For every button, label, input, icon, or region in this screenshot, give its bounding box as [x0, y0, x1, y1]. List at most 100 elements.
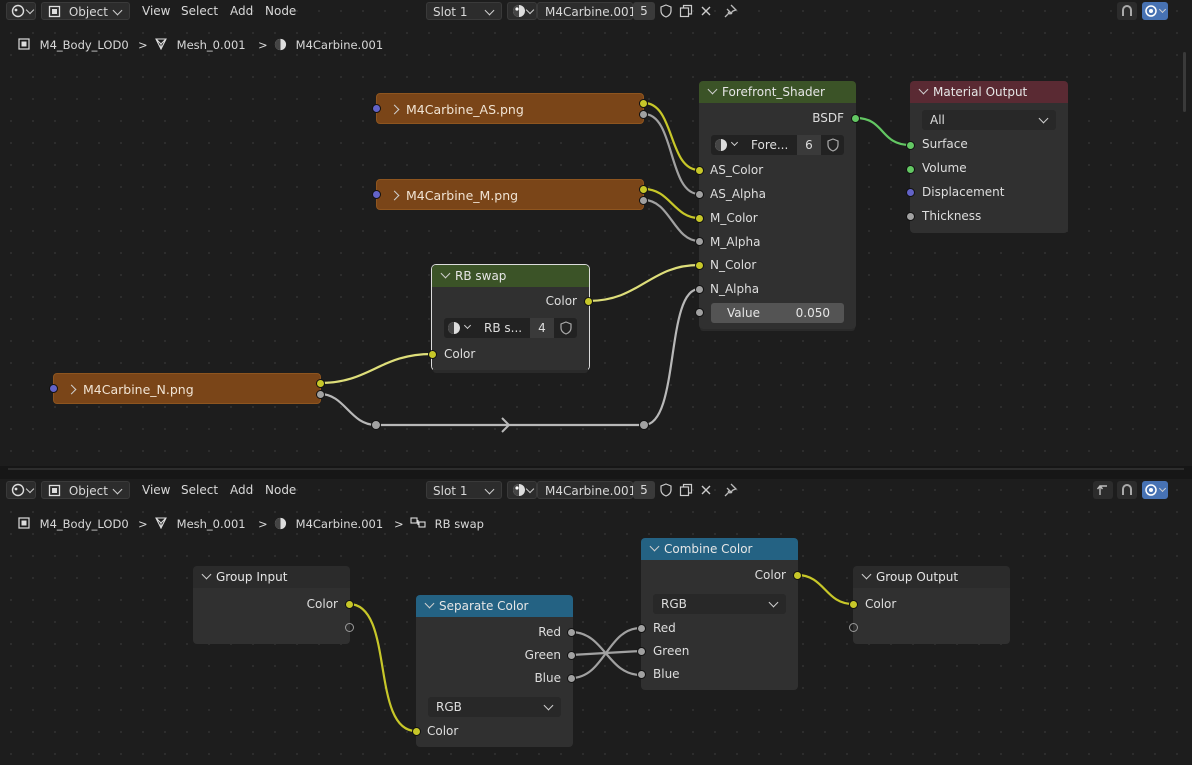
reroute-point — [371, 420, 381, 430]
node-title: Group Input — [216, 570, 288, 584]
empty-output-socket[interactable] — [345, 623, 354, 632]
area-splitter[interactable] — [0, 466, 1192, 479]
node-header: RB swap — [432, 265, 589, 287]
chevron-down-icon — [918, 84, 929, 95]
output-socket-red[interactable] — [567, 628, 576, 637]
value-field[interactable]: Value 0.050 — [711, 303, 844, 323]
output-socket-alpha[interactable] — [639, 196, 648, 205]
mode-dropdown[interactable]: RGB — [428, 697, 561, 717]
group-datablock-field[interactable]: RB s... 4 — [444, 318, 577, 338]
input-socket-green[interactable] — [637, 647, 646, 656]
input-socket[interactable] — [49, 384, 58, 393]
output-socket-color[interactable] — [639, 185, 648, 194]
output-socket-alpha[interactable] — [639, 110, 648, 119]
output-socket-color[interactable] — [345, 600, 354, 609]
texture-node-m[interactable]: M4Carbine_M.png — [376, 179, 644, 210]
node-title: Combine Color — [664, 542, 753, 556]
rb-swap-node[interactable]: RB swap Color RB s... 4 Color — [432, 265, 589, 370]
chevron-down-icon — [1038, 113, 1049, 124]
group-output-node[interactable]: Group Output Color — [853, 566, 1010, 644]
value-number: 0.050 — [795, 306, 830, 320]
input-socket-as-alpha[interactable] — [695, 190, 704, 199]
input-label-displacement: Displacement — [922, 185, 1005, 199]
input-label-as-color: AS_Color — [710, 163, 764, 177]
chevron-right-icon — [66, 384, 77, 395]
node-header: Separate Color — [416, 595, 573, 617]
output-label-red: Red — [538, 625, 561, 639]
input-label-volume: Volume — [922, 161, 967, 175]
texture-node-as[interactable]: M4Carbine_AS.png — [376, 93, 644, 124]
value-label: Value — [727, 306, 760, 320]
input-socket-value[interactable] — [695, 308, 704, 317]
chevron-down-icon — [707, 84, 718, 95]
input-socket-red[interactable] — [637, 624, 646, 633]
chevron-down-icon — [201, 569, 212, 580]
material-output-node[interactable]: Material Output All Surface Volume Displ… — [910, 81, 1068, 233]
node-title: Forefront_Shader — [722, 85, 825, 99]
node-header: Material Output — [910, 81, 1068, 103]
input-socket-m-alpha[interactable] — [695, 237, 704, 246]
group-input-node[interactable]: Group Input Color — [193, 566, 350, 644]
output-socket-color[interactable] — [584, 297, 593, 306]
link-bsdf-surface — [855, 116, 911, 147]
input-label: Color — [865, 597, 897, 611]
scrollbar[interactable] — [1183, 52, 1186, 112]
target-dropdown[interactable]: All — [922, 110, 1056, 130]
chevron-down-icon — [861, 569, 872, 580]
chevron-down-icon — [463, 321, 472, 330]
output-label-blue: Blue — [534, 671, 561, 685]
chevron-down-icon — [543, 700, 554, 711]
node-tree-icon — [448, 322, 460, 334]
input-socket-color[interactable] — [428, 350, 437, 359]
output-socket-color[interactable] — [316, 379, 325, 388]
input-socket-volume[interactable] — [906, 165, 915, 174]
input-socket[interactable] — [372, 190, 381, 199]
link-rb-to-ncolor — [587, 263, 700, 303]
reroute-point — [639, 420, 649, 430]
input-label-as-alpha: AS_Alpha — [710, 187, 766, 201]
input-socket-surface[interactable] — [906, 141, 915, 150]
node-title: RB swap — [455, 269, 507, 283]
output-label: Color — [754, 568, 786, 582]
separate-color-node[interactable]: Separate Color Red Green Blue RGB Color — [416, 595, 573, 747]
input-socket[interactable] — [372, 104, 381, 113]
node-title: Group Output — [876, 570, 959, 584]
texture-node-label: M4Carbine_M.png — [406, 188, 519, 203]
texture-node-label: M4Carbine_N.png — [83, 382, 194, 397]
node-header: Group Input — [193, 566, 350, 588]
input-socket-m-color[interactable] — [695, 214, 704, 223]
output-socket-color[interactable] — [639, 99, 648, 108]
input-socket-displacement[interactable] — [906, 188, 915, 197]
output-socket-bsdf[interactable] — [851, 114, 860, 123]
input-socket-n-color[interactable] — [695, 261, 704, 270]
mode-dropdown[interactable]: RGB — [653, 594, 786, 614]
group-name: RB s... — [484, 321, 523, 335]
shield-icon — [827, 138, 839, 152]
input-socket-n-alpha[interactable] — [695, 285, 704, 294]
input-socket-thickness[interactable] — [906, 212, 915, 221]
output-socket-green[interactable] — [567, 651, 576, 660]
input-socket-color[interactable] — [412, 727, 421, 736]
input-socket-as-color[interactable] — [695, 166, 704, 175]
mode-label: RGB — [436, 700, 462, 714]
link-m-alpha — [643, 198, 700, 243]
forefront-shader-node[interactable]: Forefront_Shader BSDF Fore... 6 AS_Color… — [699, 81, 856, 329]
shader-editor-bottom[interactable]: Object View Select Add Node Slot 1 M4Car… — [0, 479, 1192, 765]
group-datablock-field[interactable]: Fore... 6 — [711, 135, 844, 155]
combine-color-node[interactable]: Combine Color Color RGB Red Green Blue — [641, 538, 798, 690]
link-as-color — [643, 101, 700, 172]
output-socket-blue[interactable] — [567, 674, 576, 683]
input-socket-blue[interactable] — [637, 670, 646, 679]
shader-editor-top[interactable]: Object View Select Add Node Slot 1 M4Car… — [0, 0, 1192, 466]
texture-node-n[interactable]: M4Carbine_N.png — [53, 373, 321, 404]
output-socket-alpha[interactable] — [316, 390, 325, 399]
empty-input-socket[interactable] — [849, 623, 858, 632]
node-links — [348, 573, 854, 733]
node-header: Combine Color — [641, 538, 798, 560]
link-combine-to-output — [796, 573, 854, 606]
output-label-green: Green — [524, 648, 561, 662]
input-label-n-color: N_Color — [710, 258, 757, 272]
output-socket-color[interactable] — [793, 571, 802, 580]
input-socket-color[interactable] — [849, 600, 858, 609]
output-label: Color — [306, 597, 338, 611]
